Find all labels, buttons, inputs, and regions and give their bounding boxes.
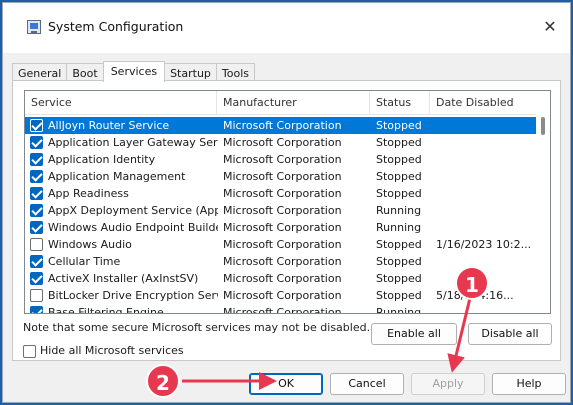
column-header-service[interactable]: Service bbox=[25, 91, 217, 115]
service-manufacturer: Microsoft Corporation bbox=[223, 306, 342, 314]
service-manufacturer: Microsoft Corporation bbox=[223, 238, 342, 251]
service-name: Windows Audio Endpoint Builder bbox=[48, 221, 218, 234]
help-button[interactable]: Help bbox=[492, 373, 566, 395]
service-date-disabled bbox=[436, 134, 536, 151]
secure-services-note: Note that some secure Microsoft services… bbox=[23, 321, 371, 334]
service-checkbox[interactable] bbox=[30, 238, 43, 251]
service-row[interactable]: Cellular Time Microsoft Corporation Stoppe… bbox=[25, 253, 536, 270]
service-name: Application Management bbox=[48, 170, 186, 183]
callout-1-badge: 1 bbox=[455, 266, 489, 300]
service-date-disabled bbox=[436, 168, 536, 185]
service-row[interactable]: Application Layer Gateway Service Microso… bbox=[25, 134, 536, 151]
enable-all-button[interactable]: Enable all bbox=[371, 323, 457, 345]
service-status: Stopped bbox=[376, 272, 422, 285]
service-status: Running bbox=[376, 204, 422, 217]
service-name: App Readiness bbox=[48, 187, 129, 200]
window-title: System Configuration bbox=[48, 19, 184, 34]
ok-button[interactable]: OK bbox=[249, 373, 323, 395]
service-checkbox[interactable] bbox=[30, 153, 43, 166]
service-checkbox[interactable] bbox=[30, 204, 43, 217]
service-manufacturer: Microsoft Corporation bbox=[223, 289, 342, 302]
service-checkbox[interactable] bbox=[30, 306, 43, 313]
service-manufacturer: Microsoft Corporation bbox=[223, 255, 342, 268]
column-header-date-disabled[interactable]: Date Disabled bbox=[430, 91, 536, 115]
service-manufacturer: Microsoft Corporation bbox=[223, 272, 342, 285]
service-date-disabled bbox=[436, 151, 536, 168]
service-checkbox[interactable] bbox=[30, 136, 43, 149]
vertical-scrollbar[interactable] bbox=[536, 91, 550, 313]
list-header: Service Manufacturer Status Date Disable… bbox=[25, 91, 550, 115]
service-name: Application Layer Gateway Service bbox=[48, 136, 218, 149]
service-row[interactable]: AllJoyn Router Service Microsoft Corporat… bbox=[25, 117, 536, 134]
service-row[interactable]: Windows Audio Microsoft Corporation Stoppe… bbox=[25, 236, 536, 253]
service-status: Stopped bbox=[376, 238, 422, 251]
service-checkbox[interactable] bbox=[30, 255, 43, 268]
service-status: Stopped bbox=[376, 136, 422, 149]
service-checkbox[interactable] bbox=[30, 187, 43, 200]
service-status: Stopped bbox=[376, 153, 422, 166]
service-manufacturer: Microsoft Corporation bbox=[223, 136, 342, 149]
tab-services[interactable]: Services bbox=[102, 61, 166, 82]
system-configuration-window: System Configuration ✕ General Boot Serv… bbox=[2, 2, 571, 403]
service-date-disabled bbox=[436, 219, 536, 236]
service-date-disabled bbox=[436, 202, 536, 219]
service-row[interactable]: Application Management Microsoft Corporat… bbox=[25, 168, 536, 185]
service-checkbox[interactable] bbox=[30, 119, 43, 132]
service-manufacturer: Microsoft Corporation bbox=[223, 153, 342, 166]
close-icon[interactable]: ✕ bbox=[538, 15, 562, 39]
service-status: Stopped bbox=[376, 255, 422, 268]
service-name: BitLocker Drive Encryption Service bbox=[48, 289, 218, 302]
service-row[interactable]: App Readiness Microsoft Corporation Stoppe… bbox=[25, 185, 536, 202]
service-manufacturer: Microsoft Corporation bbox=[223, 170, 342, 183]
hide-microsoft-services-box[interactable] bbox=[23, 345, 36, 358]
service-row[interactable]: AppX Deployment Service (AppX... Microsof… bbox=[25, 202, 536, 219]
service-manufacturer: Microsoft Corporation bbox=[223, 187, 342, 200]
service-status: Stopped bbox=[376, 289, 422, 302]
apply-button[interactable]: Apply bbox=[411, 373, 485, 395]
service-status: Stopped bbox=[376, 187, 422, 200]
service-row[interactable]: Application Identity Microsoft Corporatio… bbox=[25, 151, 536, 168]
service-row[interactable]: Windows Audio Endpoint Builder Microsoft … bbox=[25, 219, 536, 236]
hide-microsoft-services-label: Hide all Microsoft services bbox=[40, 344, 184, 357]
service-status: Stopped bbox=[376, 119, 422, 132]
disable-all-button[interactable]: Disable all bbox=[468, 323, 552, 345]
service-date-disabled bbox=[436, 117, 536, 134]
cancel-button[interactable]: Cancel bbox=[330, 373, 404, 395]
service-name: Windows Audio bbox=[48, 238, 132, 251]
callout-2-badge: 2 bbox=[146, 364, 180, 398]
service-checkbox[interactable] bbox=[30, 272, 43, 285]
service-manufacturer: Microsoft Corporation bbox=[223, 221, 342, 234]
service-status: Running bbox=[376, 221, 422, 234]
service-checkbox[interactable] bbox=[30, 170, 43, 183]
service-checkbox[interactable] bbox=[30, 289, 43, 302]
service-name: Application Identity bbox=[48, 153, 156, 166]
service-row[interactable]: Base Filtering Engine Microsoft Corporati… bbox=[25, 304, 536, 314]
service-date-disabled bbox=[436, 185, 536, 202]
service-name: AppX Deployment Service (AppX... bbox=[48, 204, 218, 217]
title-bar: System Configuration ✕ bbox=[3, 3, 570, 53]
tab-strip: General Boot Services Startup Tools bbox=[12, 61, 256, 82]
service-name: Base Filtering Engine bbox=[48, 306, 164, 314]
service-status: Running bbox=[376, 306, 422, 314]
service-manufacturer: Microsoft Corporation bbox=[223, 204, 342, 217]
services-panel: Service Manufacturer Status Date Disable… bbox=[12, 80, 561, 361]
scrollbar-thumb[interactable] bbox=[541, 117, 545, 135]
service-status: Stopped bbox=[376, 170, 422, 183]
service-date-disabled bbox=[436, 253, 536, 270]
column-header-manufacturer[interactable]: Manufacturer bbox=[217, 91, 370, 115]
msconfig-app-icon bbox=[27, 20, 41, 34]
service-checkbox[interactable] bbox=[30, 221, 43, 234]
column-header-status[interactable]: Status bbox=[370, 91, 430, 115]
service-date-disabled bbox=[436, 304, 536, 313]
service-name: ActiveX Installer (AxInstSV) bbox=[48, 272, 199, 285]
service-name: AllJoyn Router Service bbox=[48, 119, 170, 132]
service-manufacturer: Microsoft Corporation bbox=[223, 119, 342, 132]
service-date-disabled: 1/16/2023 10:2... bbox=[436, 238, 532, 251]
service-name: Cellular Time bbox=[48, 255, 121, 268]
